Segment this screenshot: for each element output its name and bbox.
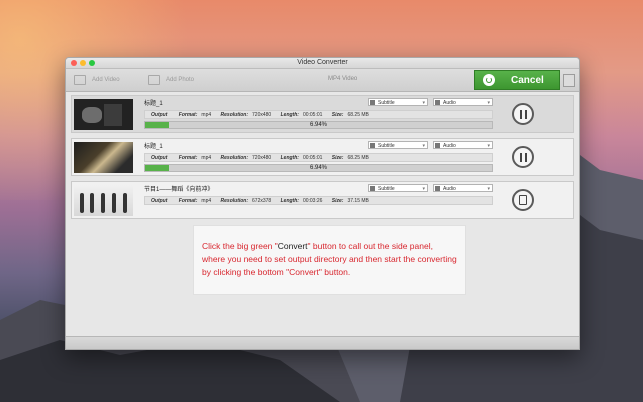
toolbar: Add Video Add Photo MP4 Video Cancel bbox=[66, 69, 579, 92]
clip-title: 标题_1 bbox=[144, 144, 163, 150]
audio-icon bbox=[435, 186, 440, 191]
pause-button[interactable] bbox=[512, 103, 534, 125]
size-value: 68.25 MB bbox=[347, 112, 369, 118]
tip-highlight: Convert bbox=[277, 241, 308, 251]
side-panel-toggle-button[interactable] bbox=[563, 74, 575, 87]
length-value: 00:03:26 bbox=[302, 198, 323, 204]
output-info: Output Format: mp4 Resolution: 672x378 Len… bbox=[144, 196, 493, 205]
resolution-value: 720x480 bbox=[252, 112, 272, 118]
list-item[interactable]: 标题_1 Subtitle ▾ Audio ▾ Output Format: mp… bbox=[71, 138, 574, 176]
length-label: Length: bbox=[280, 198, 299, 204]
audio-dropdown[interactable]: Audio ▾ bbox=[433, 184, 493, 192]
add-photo-button[interactable]: Add Photo bbox=[148, 75, 194, 85]
cancel-button[interactable]: Cancel bbox=[474, 70, 560, 90]
audio-label: Audio bbox=[443, 186, 456, 192]
resolution-label: Resolution: bbox=[220, 198, 249, 204]
subtitle-icon bbox=[370, 186, 375, 191]
subtitle-label: Subtitle bbox=[378, 143, 395, 149]
video-thumbnail bbox=[74, 99, 133, 130]
audio-icon bbox=[435, 143, 440, 148]
subtitle-dropdown[interactable]: Subtitle ▾ bbox=[368, 141, 428, 149]
audio-icon bbox=[435, 100, 440, 105]
refresh-icon bbox=[483, 74, 495, 86]
subtitle-label: Subtitle bbox=[378, 100, 395, 106]
length-label: Length: bbox=[280, 112, 299, 118]
file-list: 标题_1 Subtitle ▾ Audio ▾ Output Format: mp… bbox=[66, 92, 579, 337]
size-value: 68.25 MB bbox=[347, 155, 369, 161]
add-video-label: Add Video bbox=[92, 77, 120, 83]
subtitle-icon bbox=[370, 143, 375, 148]
pause-button[interactable] bbox=[512, 146, 534, 168]
output-info: Output Format: mp4 Resolution: 720x480 Len… bbox=[144, 153, 493, 162]
format-label: Format: bbox=[178, 112, 198, 118]
format-value: mp4 bbox=[201, 112, 212, 118]
subtitle-dropdown[interactable]: Subtitle ▾ bbox=[368, 98, 428, 106]
cancel-label: Cancel bbox=[511, 74, 544, 86]
output-label: Output bbox=[151, 198, 168, 204]
length-label: Length: bbox=[280, 155, 299, 161]
status-bar bbox=[66, 336, 579, 349]
pause-icon bbox=[520, 110, 527, 119]
subtitle-icon bbox=[370, 100, 375, 105]
pause-icon bbox=[520, 153, 527, 162]
progress-percent: 6.94% bbox=[309, 165, 327, 171]
audio-dropdown[interactable]: Audio ▾ bbox=[433, 98, 493, 106]
clip-title: 节目1——舞蹈《向前冲》 bbox=[144, 187, 214, 193]
output-label: Output bbox=[151, 155, 168, 161]
app-window: Video Converter Add Video Add Photo MP4 … bbox=[65, 57, 580, 350]
video-thumbnail bbox=[74, 185, 133, 216]
list-item[interactable]: 标题_1 Subtitle ▾ Audio ▾ Output Format: mp… bbox=[71, 95, 574, 133]
waiting-status-button[interactable] bbox=[512, 189, 534, 211]
subtitle-dropdown[interactable]: Subtitle ▾ bbox=[368, 184, 428, 192]
title-bar: Video Converter bbox=[66, 58, 579, 69]
audio-dropdown[interactable]: Audio ▾ bbox=[433, 141, 493, 149]
chevron-down-icon: ▾ bbox=[422, 100, 425, 106]
resolution-label: Resolution: bbox=[220, 112, 249, 118]
instruction-tip: Click the big green "Convert" button to … bbox=[193, 225, 466, 295]
format-label: Format: bbox=[178, 155, 198, 161]
resolution-value: 672x378 bbox=[252, 198, 272, 204]
resolution-value: 720x480 bbox=[252, 155, 272, 161]
chevron-down-icon: ▾ bbox=[487, 143, 490, 149]
add-video-button[interactable]: Add Video bbox=[74, 75, 120, 85]
output-label: Output bbox=[151, 112, 168, 118]
list-item[interactable]: 节目1——舞蹈《向前冲》 Subtitle ▾ Audio ▾ Output F… bbox=[71, 181, 574, 219]
resolution-label: Resolution: bbox=[220, 155, 249, 161]
audio-label: Audio bbox=[443, 100, 456, 106]
chevron-down-icon: ▾ bbox=[487, 100, 490, 106]
window-title: Video Converter bbox=[297, 59, 348, 66]
chevron-down-icon: ▾ bbox=[422, 186, 425, 192]
size-label: Size: bbox=[331, 112, 344, 118]
audio-label: Audio bbox=[443, 143, 456, 149]
add-photo-label: Add Photo bbox=[166, 77, 195, 83]
output-info: Output Format: mp4 Resolution: 720x480 Len… bbox=[144, 110, 493, 119]
progress-bar: 6.94% bbox=[144, 121, 493, 129]
output-format-label[interactable]: MP4 Video bbox=[328, 76, 357, 82]
hourglass-icon bbox=[519, 195, 527, 205]
size-label: Size: bbox=[331, 198, 344, 204]
length-value: 00:05:01 bbox=[302, 155, 323, 161]
length-value: 00:05:01 bbox=[302, 112, 323, 118]
chevron-down-icon: ▾ bbox=[422, 143, 425, 149]
size-value: 37.15 MB bbox=[347, 198, 369, 204]
format-label: Format: bbox=[178, 198, 198, 204]
format-value: mp4 bbox=[201, 155, 212, 161]
progress-percent: 6.94% bbox=[309, 122, 327, 128]
subtitle-label: Subtitle bbox=[378, 186, 395, 192]
format-value: mp4 bbox=[201, 198, 212, 204]
photo-icon bbox=[148, 75, 160, 85]
film-icon bbox=[74, 75, 86, 85]
clip-title: 标题_1 bbox=[144, 101, 163, 107]
chevron-down-icon: ▾ bbox=[487, 186, 490, 192]
size-label: Size: bbox=[331, 155, 344, 161]
progress-bar: 6.94% bbox=[144, 164, 493, 172]
video-thumbnail bbox=[74, 142, 133, 173]
tip-text-part1: Click the big green " bbox=[202, 241, 278, 251]
